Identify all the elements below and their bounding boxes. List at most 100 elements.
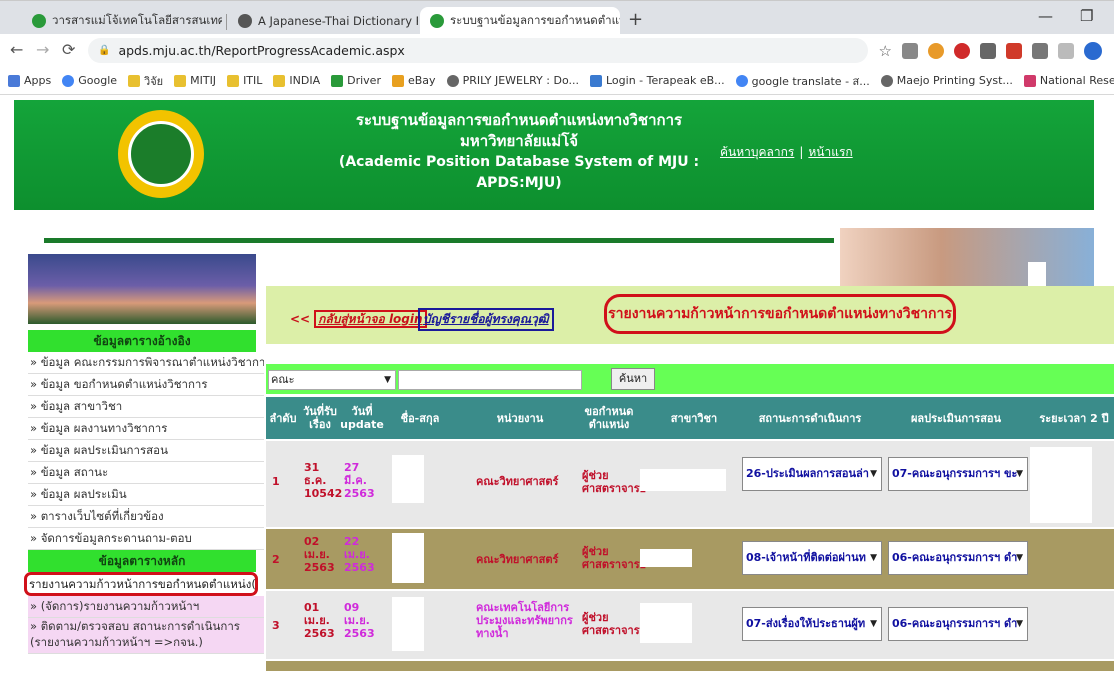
bookmark-terapeak[interactable]: Login - Terapeak eB... [589,74,725,87]
redacted-field [640,549,692,567]
sidebar-item-track-status[interactable]: » ติดตาม/ตรวจสอบ สถานะการดำเนินการ (รายง… [28,618,264,654]
sidebar-item-status[interactable]: » ข้อมูล สถานะ [28,462,264,484]
sidebar-item-committee[interactable]: » ข้อมูล คณะกรรมการพิจารณาตำแหน่งวิชาการ [28,352,264,374]
globe-icon [446,74,459,87]
bookmark-google-translate[interactable]: google translate - ส... [735,72,870,90]
redacted-field [640,469,726,491]
profile-avatar[interactable] [1084,42,1102,60]
new-tab-button[interactable]: + [628,9,643,30]
chevron-down-icon: ▼ [1016,469,1023,479]
home-link[interactable]: หน้าแรก [808,145,852,159]
teaching-eval-select-value: 06-คณะอนุกรรมการฯ ดำ [892,551,1018,564]
sidebar-item-field[interactable]: » ข้อมูล สาขาวิชา [28,396,264,418]
sidebar-item-manage-progress[interactable]: » (จัดการ)รายงานความก้าวหน้าฯ [28,596,264,618]
back-to-login-label: กลับสู่หน้าจอ login [314,310,427,328]
teaching-eval-select[interactable]: 07-คณะอนุกรรมการฯ ขะ ▼ [888,457,1028,491]
teaching-eval-select-value: 07-คณะอนุกรรมการฯ ขะ [892,467,1018,480]
header-links: ค้นหาบุคลากร | หน้าแรก [720,143,853,162]
bookmark-folder[interactable]: INDIA [273,74,320,87]
sidebar-item-teaching-eval[interactable]: » ข้อมูล ผลประเมินการสอน [28,440,264,462]
sidebar-item-position-request[interactable]: » ข้อมูล ขอกำหนดตำแหน่งวิชาการ [28,374,264,396]
restore-button[interactable]: ❐ [1080,7,1093,25]
sidebar-item-academic-works[interactable]: » ข้อมูล ผลงานทางวิชาการ [28,418,264,440]
sidebar: ข้อมูลตารางอ้างอิง » ข้อมูล คณะกรรมการพิ… [24,254,264,681]
site-favicon-icon [32,14,46,28]
cell-position: ผู้ช่วย ศาสตราจารย์ [582,611,647,637]
status-select-value: 08-เจ้าหน้าที่ติดต่อผ่านท [746,551,866,564]
site-title-thai: ระบบฐานข้อมูลการขอกำหนดตำแหน่งทางวิชาการ [355,111,683,129]
minimize-button[interactable]: — [1038,7,1053,25]
status-select[interactable]: 26-ประเมินผลการสอนล่า ▼ [742,457,882,491]
sidebar-item-qa-board[interactable]: » จัดการข้อมูลกระดานถาม-ตอบ [28,528,264,550]
faculty-select[interactable]: คณะ ▼ [268,370,396,390]
bookmark-prily[interactable]: PRILY JEWELRY : Do... [446,74,579,87]
extension-icon[interactable] [902,43,918,59]
col-teaching-eval: ผลประเมินการสอน [910,411,1002,425]
chevron-down-icon: ▼ [870,469,877,479]
status-select[interactable]: 07-ส่งเรื่องให้ประธานผู้ท ▼ [742,607,882,641]
url-field[interactable]: 🔒 apds.mju.ac.th/ReportProgressAcademic.… [88,38,868,63]
extension-icon[interactable] [1006,43,1022,59]
search-input[interactable] [398,370,582,390]
qualified-experts-link[interactable]: บัญชีรายชื่อผู้ทรงคุณวุฒิ [418,308,554,331]
globe-icon [238,14,252,28]
sidebar-item-progress-report-all[interactable]: รายงานความก้าวหน้าการขอกำหนดตำแหน่ง(All) [24,572,258,596]
reference-tables-header: ข้อมูลตารางอ้างอิง [28,330,256,352]
folder-icon [128,74,141,87]
duration-cell [1030,447,1092,523]
cell-received: 02 เม.ย. 2563 [304,535,335,574]
bookmark-ebay[interactable]: eBay [391,74,436,87]
folder-icon [273,74,286,87]
star-bookmark-icon[interactable]: ☆ [879,42,892,60]
redacted-name [392,533,424,583]
bookmark-folder[interactable]: วิจัย [128,72,163,90]
back-arrow-icon[interactable]: ← [10,40,23,59]
site-title: ระบบฐานข้อมูลการขอกำหนดตำแหน่งทางวิชาการ… [309,110,729,194]
search-staff-link[interactable]: ค้นหาบุคลากร [720,145,794,159]
cell-received: 31 ธ.ค. 10542 [304,461,343,500]
status-select-value: 07-ส่งเรื่องให้ประธานผู้ท [746,617,866,630]
extension-icon[interactable] [1058,43,1074,59]
search-button[interactable]: ค้นหา [611,368,655,390]
sidebar-item-evaluation[interactable]: » ข้อมูล ผลประเมิน [28,484,264,506]
bookmark-folder[interactable]: MITIJ [174,74,216,87]
col-no: ลำดับ [269,411,297,425]
cell-department: คณะวิทยาศาสตร์ [476,553,559,566]
browser-tab-journal[interactable]: วารสารแม่โจ้เทคโนโลยีสารสนเทศ MAE ✕ [22,7,222,35]
teaching-eval-select[interactable]: 06-คณะอนุกรรมการฯ ดำ ▼ [888,541,1028,575]
browser-tab-apds[interactable]: ระบบฐานข้อมูลการขอกำหนดตำแหน่ง ✕ [420,7,620,35]
folder-icon [174,74,187,87]
cell-no: 1 [272,475,280,488]
main-content: << กลับสู่หน้าจอ login บัญชีรายชื่อผู้ทรง… [266,286,1114,681]
extension-icon[interactable] [1032,43,1048,59]
report-title: รายงานความก้าวหน้าการขอกำหนดตำแหน่งทางวิ… [604,294,956,334]
chevron-down-icon: ▼ [870,553,877,563]
link-separator: | [799,145,804,159]
bookmark-maejo-printing[interactable]: Maejo Printing Syst... [880,74,1013,87]
browser-tab-dictionary[interactable]: A Japanese-Thai Dictionary Progr ✕ [228,7,418,35]
teaching-eval-select[interactable]: 06-คณะอนุกรรมการฯ ดำ ▼ [888,607,1028,641]
back-to-login-link[interactable]: << กลับสู่หน้าจอ login [290,310,427,329]
extension-icon[interactable] [980,43,996,59]
university-seal-logo [118,110,204,198]
extension-icon[interactable] [954,43,970,59]
extension-icon[interactable] [928,43,944,59]
bookmarks-bar: Apps Google วิจัย MITIJ ITIL INDIA Drive… [0,67,1114,95]
col-field: สาขาวิชา [670,411,718,425]
web-page: ระบบฐานข้อมูลการขอกำหนดตำแหน่งทางวิชาการ… [0,96,1114,681]
reload-icon[interactable]: ⟳ [62,40,75,59]
sidebar-item-related-sites[interactable]: » ตารางเว็บไซต์ที่เกี่ยวข้อง [28,506,264,528]
teaching-eval-select-value: 06-คณะอนุกรรมการฯ ดำ [892,617,1018,630]
cell-department: คณะวิทยาศาสตร์ [476,475,559,488]
bookmark-folder[interactable]: ITIL [227,74,262,87]
bookmark-national-research[interactable]: National Research... [1023,74,1114,87]
bookmark-apps[interactable]: Apps [8,74,51,87]
terapeak-icon [589,74,602,87]
bookmark-google[interactable]: Google [62,74,117,87]
bookmark-driver[interactable]: Driver [331,74,381,87]
folder-icon [227,74,240,87]
lock-icon: 🔒 [98,45,111,56]
forward-arrow-icon[interactable]: → [36,40,49,59]
status-select[interactable]: 08-เจ้าหน้าที่ติดต่อผ่านท ▼ [742,541,882,575]
address-bar-row: ← → ⟳ 🔒 apds.mju.ac.th/ReportProgressAca… [0,34,1114,67]
